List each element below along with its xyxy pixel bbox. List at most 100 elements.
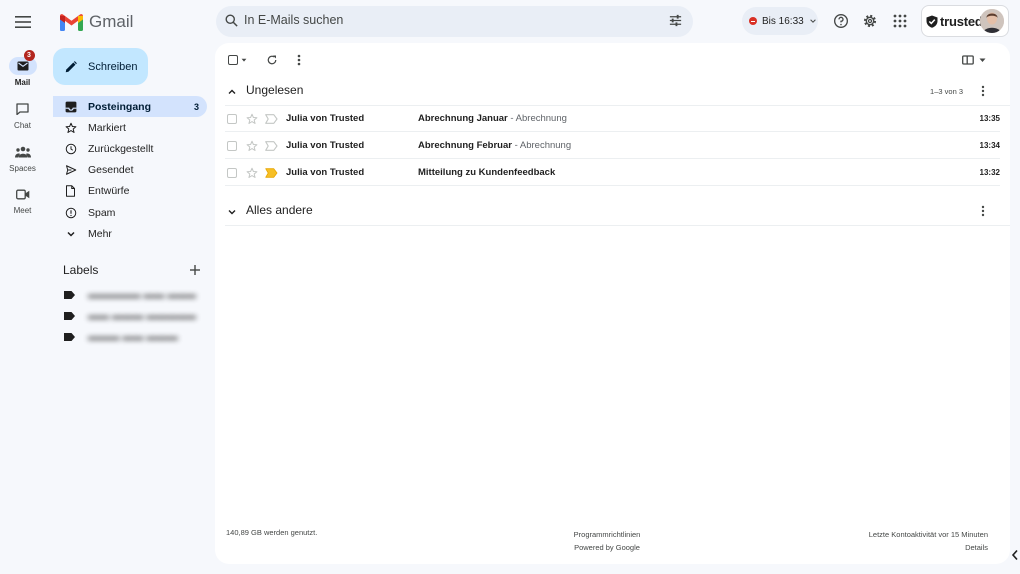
more-vert-icon[interactable] — [981, 85, 985, 97]
search-input[interactable] — [244, 13, 644, 27]
email-sender: Julia von Trusted — [286, 140, 365, 151]
account-switcher[interactable]: trusted — [921, 5, 1009, 37]
email-row[interactable]: Julia von Trusted Abrechnung Februar - A… — [225, 133, 1000, 159]
email-sender: Julia von Trusted — [286, 167, 365, 178]
search-bar[interactable] — [216, 6, 693, 37]
section-other[interactable]: Alles andere — [215, 201, 1010, 223]
meet-icon — [15, 189, 29, 199]
rail-spaces[interactable]: Spaces — [0, 143, 45, 173]
refresh-button[interactable] — [265, 53, 279, 67]
section-unread[interactable]: Ungelesen 1–3 von 3 — [215, 81, 1010, 103]
nav-snoozed[interactable]: Zurückgestellt — [53, 138, 207, 159]
email-time: 13:35 — [979, 114, 1000, 123]
rail-meet-pill — [9, 185, 37, 203]
nav-inbox-label: Posteingang — [88, 100, 152, 113]
settings-button[interactable] — [861, 12, 879, 30]
apps-grid-icon — [893, 14, 907, 28]
email-row[interactable]: Julia von Trusted Mitteilung zu Kundenfe… — [225, 160, 1000, 186]
compose-button[interactable]: Schreiben — [53, 48, 148, 85]
account-brand: trusted — [940, 13, 983, 29]
powered-by-text: Powered by Google — [574, 543, 640, 552]
more-actions-button[interactable] — [292, 53, 306, 67]
important-marker-icon[interactable] — [265, 168, 278, 178]
apps-button[interactable] — [891, 12, 909, 30]
nav-spam[interactable]: Spam — [53, 202, 207, 223]
rail-mail[interactable]: 3 Mail — [0, 50, 45, 87]
storage-usage: 140,89 GB werden genutzt. — [226, 528, 318, 537]
chevron-up-icon[interactable] — [227, 87, 237, 97]
nav-sent-label: Gesendet — [88, 163, 134, 176]
refresh-icon — [267, 55, 277, 65]
chevron-down-icon — [64, 227, 77, 240]
details-link[interactable]: Details — [869, 541, 988, 554]
email-time: 13:34 — [979, 141, 1000, 150]
draft-icon — [64, 184, 77, 197]
row-checkbox[interactable] — [227, 114, 237, 124]
row-checkbox[interactable] — [227, 168, 237, 178]
mail-unread-badge: 3 — [23, 50, 35, 61]
email-sender: Julia von Trusted — [286, 113, 365, 124]
select-menu-button[interactable] — [239, 53, 249, 67]
nav-drafts-label: Entwürfe — [88, 184, 130, 197]
profile-photo-icon — [980, 9, 1004, 33]
row-checkbox[interactable] — [227, 141, 237, 151]
nav-more[interactable]: Mehr — [53, 223, 207, 244]
section-unread-title: Ungelesen — [246, 83, 304, 97]
star-icon[interactable] — [246, 113, 258, 125]
compose-label: Schreiben — [88, 60, 138, 73]
search-options-icon[interactable] — [668, 13, 683, 28]
hamburger-icon — [15, 16, 31, 28]
label-name-redacted: ▬▬▬ ▬▬ ▬▬▬ — [88, 331, 178, 343]
help-icon — [834, 14, 848, 28]
nav-drafts[interactable]: Entwürfe — [53, 180, 207, 201]
split-pane-toggle[interactable] — [961, 53, 987, 67]
star-icon[interactable] — [246, 167, 258, 179]
gmail-logo[interactable]: Gmail — [60, 10, 133, 34]
more-vert-icon[interactable] — [981, 205, 985, 217]
important-marker-icon[interactable] — [265, 114, 278, 124]
chevron-down-icon[interactable] — [227, 207, 237, 217]
account-activity: Letzte Kontoaktivität vor 15 Minuten Det… — [869, 528, 988, 554]
mail-icon — [17, 61, 28, 71]
label-name-redacted: ▬▬▬▬▬ ▬▬ ▬▬▬▬ — [88, 289, 196, 301]
spaces-icon — [14, 146, 31, 158]
rail-chat-label: Chat — [14, 121, 31, 130]
important-marker-icon[interactable] — [265, 141, 278, 151]
gear-icon — [863, 14, 877, 28]
nav-starred-label: Markiert — [88, 121, 126, 134]
label-tag-icon — [64, 333, 75, 341]
select-all-checkbox[interactable] — [226, 53, 240, 67]
clock-icon — [64, 142, 77, 155]
status-selector[interactable]: Bis 16:33 — [742, 7, 818, 35]
star-icon[interactable] — [246, 140, 258, 152]
support-button[interactable] — [832, 12, 850, 30]
main-menu-button[interactable] — [10, 9, 36, 35]
email-subject: Mitteilung zu Kundenfeedback — [418, 167, 555, 178]
rail-spaces-pill — [9, 143, 37, 161]
program-policies-link[interactable]: Programmrichtlinien — [561, 528, 653, 541]
email-subject-text: Abrechnung Februar — [418, 140, 512, 151]
split-pane-icon — [962, 55, 986, 65]
gmail-logo-icon — [60, 13, 83, 31]
mail-list-panel: Ungelesen 1–3 von 3 Julia von Trusted Ab… — [215, 43, 1010, 564]
rail-meet[interactable]: Meet — [0, 185, 45, 215]
star-icon — [64, 121, 77, 134]
email-snippet: - Abrechnung — [510, 113, 567, 124]
rail-spaces-label: Spaces — [9, 164, 36, 173]
rail-chat[interactable]: Chat — [0, 100, 45, 130]
search-icon[interactable] — [224, 13, 239, 28]
email-row[interactable]: Julia von Trusted Abrechnung Januar - Ab… — [225, 106, 1000, 132]
email-subject: Abrechnung Februar - Abrechnung — [418, 140, 571, 151]
label-name-redacted: ▬▬ ▬▬▬ ▬▬▬▬▬ ▬▬▬▬ — [88, 310, 196, 322]
nav-inbox[interactable]: Posteingang 3 — [53, 96, 207, 117]
labels-heading: Labels — [63, 263, 99, 277]
side-panel-toggle-icon[interactable] — [1010, 548, 1020, 562]
spam-icon — [64, 206, 77, 219]
nav-inbox-count: 3 — [193, 101, 199, 112]
pencil-icon — [65, 60, 77, 72]
rail-mail-pill: 3 — [8, 50, 37, 75]
nav-sent[interactable]: Gesendet — [53, 159, 207, 180]
email-subject-text: Abrechnung Januar — [418, 113, 508, 124]
nav-starred[interactable]: Markiert — [53, 117, 207, 138]
add-label-icon[interactable] — [189, 264, 201, 276]
